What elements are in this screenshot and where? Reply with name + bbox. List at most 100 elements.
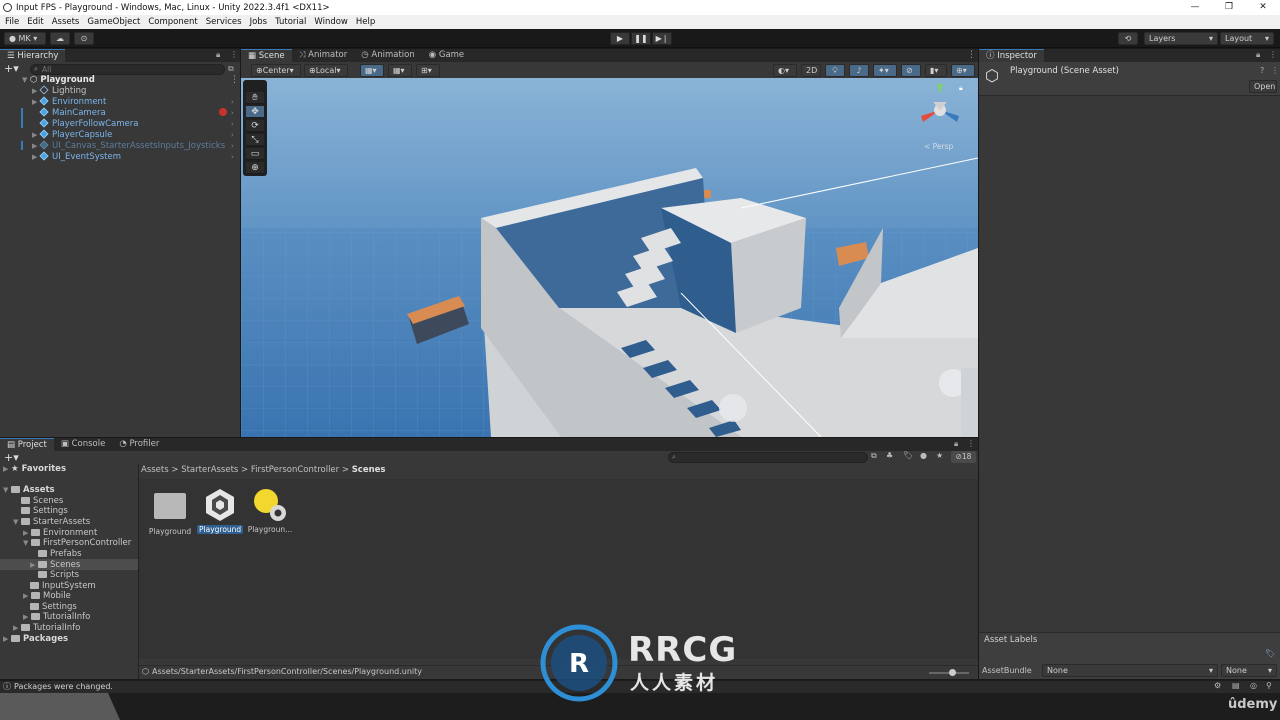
- minimize-button[interactable]: —: [1178, 0, 1212, 15]
- persp-label[interactable]: < Persp: [924, 142, 953, 151]
- tab-scene[interactable]: ▦ Scene: [241, 49, 292, 62]
- tree-prefabs[interactable]: Prefabs: [38, 549, 82, 559]
- tab-hierarchy[interactable]: ☰ Hierarchy: [0, 49, 66, 62]
- close-button[interactable]: ✕: [1246, 0, 1280, 15]
- transform-tool-icon[interactable]: ⊕: [246, 162, 264, 174]
- breadcrumb-scenes[interactable]: Scenes: [352, 465, 386, 475]
- layout-dropdown[interactable]: Layout ▾: [1220, 32, 1274, 45]
- menu-gameobject[interactable]: GameObject: [87, 17, 140, 27]
- tree-scenes[interactable]: Scenes: [21, 496, 63, 506]
- hierarchy-search-input[interactable]: ⌕ All: [30, 64, 225, 75]
- tab-animator[interactable]: ⤨ Animator: [292, 49, 355, 62]
- lock-icon[interactable]: 🔒︎: [216, 50, 220, 60]
- menu-edit[interactable]: Edit: [27, 17, 43, 27]
- lighting-toggle-icon[interactable]: 💡︎: [825, 64, 845, 77]
- scene-panel-menu-icon[interactable]: ⋮: [967, 50, 976, 60]
- assetbundle-variant-dropdown[interactable]: None ▾: [1221, 664, 1277, 677]
- search-options-icon[interactable]: ⧉: [228, 64, 234, 74]
- breadcrumb-starterassets[interactable]: StarterAssets: [181, 465, 238, 475]
- grid-snap-button[interactable]: ▦▾: [360, 64, 384, 77]
- rotate-tool-icon[interactable]: ⟳: [246, 120, 264, 132]
- favorites-header[interactable]: ▶ ★ Favorites: [3, 464, 66, 474]
- menu-assets[interactable]: Assets: [52, 17, 80, 27]
- panel-menu-icon[interactable]: ⋮: [230, 50, 238, 59]
- tree-scripts[interactable]: Scripts: [38, 570, 79, 580]
- tree-inputsystem[interactable]: InputSystem: [30, 581, 96, 591]
- cloud-icon[interactable]: ☁: [50, 32, 70, 45]
- tree-mobile[interactable]: ▶ Mobile: [23, 591, 71, 601]
- tree-settings[interactable]: Settings: [21, 506, 68, 516]
- move-tool-icon[interactable]: ✥: [246, 106, 264, 118]
- pivot-dropdown[interactable]: ⊕Center▾: [251, 64, 301, 77]
- asset-item-folder[interactable]: Playground: [147, 487, 193, 537]
- inspector-header-menu-icon[interactable]: ⋮: [1271, 66, 1279, 75]
- tab-game[interactable]: ◉ Game: [422, 49, 471, 62]
- project-menu-icon[interactable]: ⋮: [967, 439, 975, 448]
- space-dropdown[interactable]: ⊕Local▾: [304, 64, 348, 77]
- scene-menu-icon[interactable]: ⋮: [230, 75, 239, 85]
- scale-tool-icon[interactable]: ⤡: [246, 134, 264, 146]
- pause-button[interactable]: ❚❚: [631, 32, 651, 45]
- hidden-packages-badge[interactable]: ⊘18: [951, 451, 976, 463]
- step-button[interactable]: ▶❘: [652, 32, 672, 45]
- asset-item-lighting[interactable]: Playgroun...: [247, 487, 293, 537]
- menu-file[interactable]: File: [5, 17, 19, 27]
- status-message[interactable]: Packages were changed.: [14, 682, 113, 691]
- scene-root-item[interactable]: ▼ ⬡ Playground: [22, 75, 95, 85]
- breadcrumb-assets[interactable]: Assets: [141, 465, 169, 475]
- menu-tutorial[interactable]: Tutorial: [275, 17, 306, 27]
- menu-window[interactable]: Window: [314, 17, 348, 27]
- hierarchy-item-ui-canvas[interactable]: ▶ UI_Canvas_StarterAssetsInputs_Joysticks: [32, 140, 225, 151]
- hierarchy-item-playercapsule[interactable]: ▶ PlayerCapsule: [32, 129, 112, 140]
- account-dropdown[interactable]: ● MK ▾: [4, 32, 46, 45]
- play-button[interactable]: ▶: [610, 32, 630, 45]
- collab-status-icon[interactable]: ⚲: [1266, 681, 1272, 690]
- tab-inspector[interactable]: ⓘ Inspector: [979, 49, 1044, 62]
- maximize-button[interactable]: ❐: [1212, 0, 1246, 15]
- help-icon[interactable]: ?: [1260, 66, 1264, 75]
- increment-snap-button[interactable]: ⊞▾: [416, 64, 440, 77]
- toggle-2d-button[interactable]: 2D: [801, 64, 821, 77]
- tree-sa-tutorialinfo[interactable]: ▶ TutorialInfo: [23, 612, 90, 622]
- search-by-label-icon[interactable]: ♣: [886, 451, 893, 460]
- project-add-button[interactable]: +▾: [4, 451, 19, 464]
- tree-firstpersoncontroller[interactable]: ▼ FirstPersonController: [23, 538, 131, 548]
- hidden-objects-icon[interactable]: ⊘: [901, 64, 921, 77]
- draw-mode-dropdown[interactable]: ◐▾: [773, 64, 797, 77]
- tree-assets[interactable]: ▼ Assets: [3, 485, 55, 495]
- tab-console[interactable]: ▣ Console: [54, 438, 112, 451]
- assetbundle-dropdown[interactable]: None ▾: [1042, 664, 1218, 677]
- project-lock-icon[interactable]: 🔒︎: [954, 439, 958, 449]
- slider-thumb[interactable]: [949, 669, 956, 676]
- hierarchy-item-maincamera[interactable]: MainCamera: [32, 107, 106, 118]
- hierarchy-item-playerfollowcamera[interactable]: PlayerFollowCamera: [32, 118, 138, 129]
- scene-viewport[interactable]: ✋︎ ✥ ⟳ ⤡ ▭ ⊕ < Persp 🔒︎: [241, 78, 978, 437]
- tab-profiler[interactable]: ◔ Profiler: [112, 438, 166, 451]
- open-button[interactable]: Open: [1249, 80, 1277, 93]
- hand-tool-icon[interactable]: ✋︎: [246, 92, 264, 104]
- tree-tutorialinfo[interactable]: ▶ TutorialInfo: [13, 623, 80, 633]
- grid-visibility-button[interactable]: ▦▾: [388, 64, 412, 77]
- rect-tool-icon[interactable]: ▭: [246, 148, 264, 160]
- cache-icon[interactable]: ▤: [1232, 681, 1240, 690]
- bug-icon[interactable]: ⚙: [1214, 681, 1221, 690]
- breadcrumb-firstpersoncontroller[interactable]: FirstPersonController: [251, 465, 339, 475]
- tree-sa-settings[interactable]: Settings: [30, 602, 77, 612]
- tag-filter-icon[interactable]: 🏷︎: [903, 451, 913, 460]
- menu-component[interactable]: Component: [148, 17, 197, 27]
- menu-services[interactable]: Services: [206, 17, 242, 27]
- favorite-star-icon[interactable]: ★: [936, 451, 943, 460]
- hierarchy-item-environment[interactable]: ▶ Environment: [32, 96, 106, 107]
- tab-animation[interactable]: ◷ Animation: [354, 49, 421, 62]
- tree-environment[interactable]: ▶ Environment: [23, 528, 97, 538]
- hierarchy-item-lighting[interactable]: ▶ Lighting: [32, 85, 86, 96]
- effects-dropdown[interactable]: ✦▾: [873, 64, 897, 77]
- gizmo-lock-icon[interactable]: 🔒︎: [959, 84, 963, 93]
- label-tag-icon[interactable]: 🏷︎: [1265, 649, 1275, 658]
- gizmos-dropdown[interactable]: ⊕▾: [951, 64, 975, 77]
- info-icon[interactable]: ●: [920, 451, 927, 460]
- history-icon[interactable]: ⟲: [1118, 32, 1138, 45]
- layers-dropdown[interactable]: Layers ▾: [1144, 32, 1218, 45]
- asset-item-scene[interactable]: Playground: [197, 487, 244, 537]
- collab-icon[interactable]: ⊙: [74, 32, 94, 45]
